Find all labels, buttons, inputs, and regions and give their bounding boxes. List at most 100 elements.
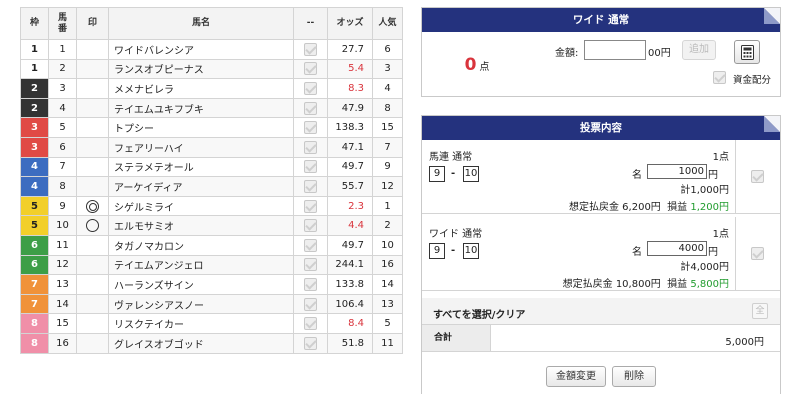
odds-cell: 133.8 <box>327 274 373 295</box>
horse-number-cell: 14 <box>48 293 77 315</box>
horse-checkbox[interactable] <box>304 179 317 193</box>
horse-checkbox[interactable] <box>304 277 317 291</box>
mark-cell[interactable] <box>76 136 109 158</box>
mark-cell[interactable] <box>76 274 109 295</box>
horse-number-cell: 11 <box>48 234 77 256</box>
horse-checkbox[interactable] <box>304 317 317 331</box>
odds-cell: 8.4 <box>327 313 373 334</box>
mark-cell[interactable] <box>76 332 109 354</box>
bet-amount-input[interactable]: 4000 <box>647 241 707 256</box>
horse-name-cell: アーケイディア <box>108 176 294 197</box>
check-cell <box>293 176 328 197</box>
calculator-button[interactable] <box>734 40 760 64</box>
bet-dash: - <box>451 168 456 179</box>
horse-checkbox[interactable] <box>304 81 317 95</box>
mark-cell[interactable] <box>76 254 109 276</box>
check-cell <box>293 195 328 217</box>
horse-checkbox[interactable] <box>304 62 317 76</box>
fund-allocation-checkbox[interactable] <box>713 71 726 84</box>
horse-checkbox[interactable] <box>304 297 317 311</box>
check-cell <box>293 136 328 158</box>
horse-checkbox[interactable] <box>304 101 317 115</box>
horse-name-cell: ワイドバレンシア <box>108 39 294 60</box>
waku-cell: 8 <box>20 332 49 354</box>
vote-content-panel: 投票内容 馬連 通常 1点 9 - 10 名 1000 円 計1,000円 想定… <box>421 115 781 394</box>
odds-cell: 2.3 <box>327 195 373 217</box>
mark-cell[interactable] <box>76 195 109 217</box>
horse-checkbox[interactable] <box>304 121 317 135</box>
select-all-row[interactable]: すべてを選択/クリア 全 <box>422 298 780 325</box>
bet-points: 1点 <box>712 229 729 240</box>
horse-checkbox[interactable] <box>304 199 317 213</box>
circle-mark-icon <box>86 219 99 233</box>
horse-checkbox[interactable] <box>304 219 317 233</box>
mark-cell[interactable] <box>76 58 109 80</box>
calculator-icon <box>741 45 754 60</box>
horse-checkbox[interactable] <box>304 160 317 174</box>
waku-cell: 5 <box>20 215 49 236</box>
panel-corner <box>764 8 780 24</box>
waku-cell: 3 <box>20 136 49 158</box>
table-row: 6 11 タガノマカロン 49.7 10 <box>20 234 403 256</box>
popularity-cell: 13 <box>372 293 403 315</box>
bet-select-checkbox[interactable] <box>751 170 764 183</box>
horse-number-cell: 4 <box>48 97 77 119</box>
delete-button[interactable]: 削除 <box>612 366 656 387</box>
bet-dash: - <box>451 245 456 256</box>
mark-cell[interactable] <box>76 97 109 119</box>
horse-checkbox[interactable] <box>304 140 317 154</box>
horse-number-cell: 6 <box>48 136 77 158</box>
mark-cell[interactable] <box>76 78 109 99</box>
horse-number-cell: 15 <box>48 313 77 334</box>
bet-horse-a: 9 <box>429 166 445 182</box>
horse-checkbox[interactable] <box>304 336 317 350</box>
mark-cell[interactable] <box>76 156 109 178</box>
popularity-cell: 6 <box>372 39 403 60</box>
table-row: 8 15 リスクテイカー 8.4 5 <box>20 313 403 334</box>
waku-cell: 4 <box>20 176 49 197</box>
horse-name-cell: エルモサミオ <box>108 215 294 236</box>
bet-amount-input[interactable]: 1000 <box>647 164 707 179</box>
horse-checkbox[interactable] <box>304 258 317 272</box>
mark-cell[interactable] <box>76 234 109 256</box>
table-row: 4 8 アーケイディア 55.7 12 <box>20 176 403 197</box>
add-button[interactable]: 追加 <box>682 40 716 60</box>
table-header-row: 枠 馬 番 印 馬名 -- オッズ 人気 <box>20 7 403 40</box>
mark-cell[interactable] <box>76 117 109 138</box>
mark-cell[interactable] <box>76 39 109 60</box>
bet-payout: 想定払戻金 10,800円 損益 5,800円 <box>563 275 729 290</box>
horse-checkbox[interactable] <box>304 42 317 56</box>
check-cell <box>293 156 328 178</box>
horse-name-cell: メメナビレラ <box>108 78 294 99</box>
table-row: 7 14 ヴァレンシアスノー 106.4 13 <box>20 293 403 315</box>
mark-cell[interactable] <box>76 313 109 334</box>
double-circle-mark-icon <box>86 199 99 213</box>
payout-label: 想定払戻金 6,200円 <box>569 202 661 213</box>
table-row: 8 16 グレイスオブゴッド 51.8 11 <box>20 332 403 354</box>
amount-input[interactable] <box>584 40 646 60</box>
check-cell <box>293 274 328 295</box>
odds-cell: 5.4 <box>327 58 373 80</box>
horse-table: 枠 馬 番 印 馬名 -- オッズ 人気 1 1 ワイドバレンシア 27.7 6 1 2 ラン… <box>20 7 403 354</box>
mark-cell[interactable] <box>76 176 109 197</box>
horse-number-cell: 1 <box>48 39 77 60</box>
header-odds: オッズ <box>327 7 373 40</box>
check-cell <box>293 117 328 138</box>
change-amount-button[interactable]: 金額変更 <box>546 366 606 387</box>
mark-cell[interactable] <box>76 215 109 236</box>
horse-name-cell: テイエムアンジェロ <box>108 254 294 276</box>
bet-select-checkbox[interactable] <box>751 247 764 260</box>
select-all-button[interactable]: 全 <box>752 303 768 319</box>
popularity-cell: 12 <box>372 176 403 197</box>
waku-cell: 5 <box>20 195 49 217</box>
check-cell <box>293 39 328 60</box>
bet-horse-a: 9 <box>429 243 445 259</box>
mark-cell[interactable] <box>76 293 109 315</box>
bet-total: 計4,000円 <box>680 262 729 273</box>
bet-horse-b: 10 <box>463 166 479 182</box>
horse-number-cell: 16 <box>48 332 77 354</box>
odds-cell: 51.8 <box>327 332 373 354</box>
horse-number-cell: 8 <box>48 176 77 197</box>
horse-checkbox[interactable] <box>304 238 317 252</box>
check-cell <box>293 293 328 315</box>
